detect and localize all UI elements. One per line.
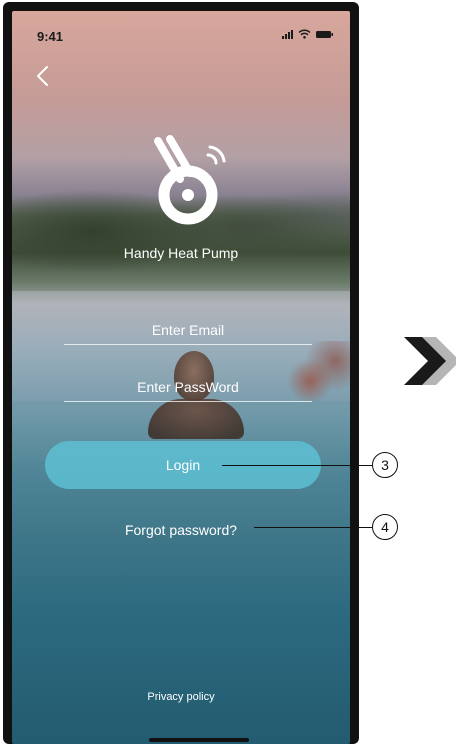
battery-icon: [316, 30, 334, 39]
home-indicator: [149, 738, 249, 742]
app-name: Handy Heat Pump: [123, 245, 239, 261]
back-button[interactable]: [32, 61, 56, 91]
callout-number-forgot: 4: [372, 514, 398, 540]
email-field-wrapper: [64, 316, 312, 345]
status-time: 9:41: [37, 29, 64, 44]
callout-line-login: [222, 465, 372, 466]
login-screen: 9:41 Handy Heat Pump Enter Email Login F…: [12, 11, 350, 744]
password-field-wrapper: [64, 373, 312, 402]
status-icons: [282, 29, 334, 39]
callout-line-forgot: [254, 527, 372, 528]
wifi-icon: [298, 29, 311, 39]
chevron-left-icon: [37, 66, 48, 86]
email-input[interactable]: [64, 316, 312, 344]
email-underline: [64, 344, 312, 345]
phone-frame: 9:41 Handy Heat Pump Enter Email Login F…: [3, 2, 359, 744]
signal-icon: [282, 29, 293, 39]
heat-pump-logo-icon: [138, 133, 238, 233]
background-swimmer-body: [148, 399, 244, 439]
callout-number-login: 3: [372, 452, 398, 478]
privacy-policy-link[interactable]: Privacy policy: [12, 691, 350, 703]
double-chevron-right-icon: [400, 333, 460, 389]
forgot-password-link[interactable]: Forgot password?: [12, 522, 350, 538]
password-underline: [64, 401, 312, 402]
password-input[interactable]: [64, 373, 312, 401]
